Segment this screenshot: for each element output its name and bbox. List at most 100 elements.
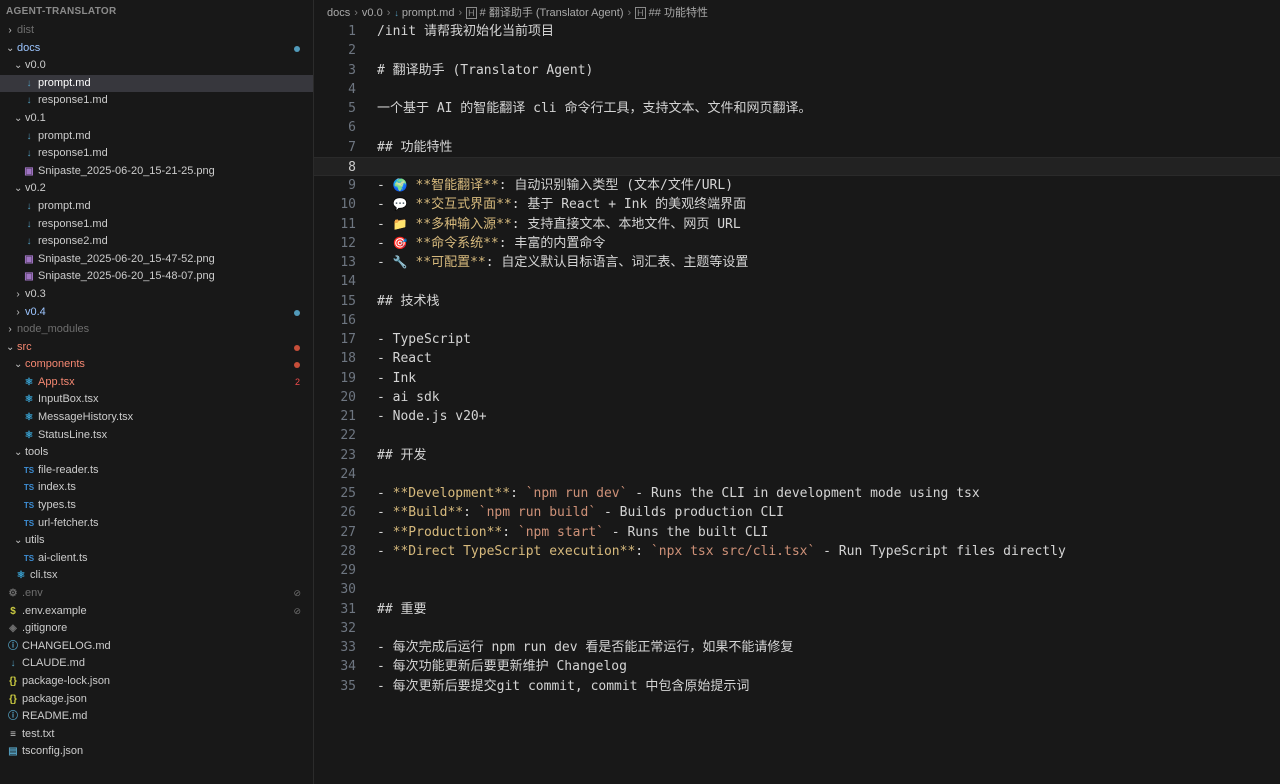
breadcrumb-item[interactable]: v0.0 bbox=[362, 7, 383, 19]
tree-file[interactable]: ↓ response1.md bbox=[0, 216, 313, 234]
tree-file[interactable]: ↓ prompt.md bbox=[0, 128, 313, 146]
code-line[interactable]: 14 bbox=[314, 272, 1280, 291]
code-text: - Run TypeScript files directly bbox=[815, 543, 1066, 559]
code-line[interactable]: 9 - 🌍 **智能翻译**: 自动识别输入类型 (文本/文件/URL) bbox=[314, 176, 1280, 195]
tree-folder[interactable]: ⌄ v0.2 bbox=[0, 180, 313, 198]
tree-file[interactable]: ▣ Snipaste_2025-06-20_15-47-52.png bbox=[0, 251, 313, 269]
code-line[interactable]: 15 ## 技术栈 bbox=[314, 292, 1280, 311]
tree-item-label: Snipaste_2025-06-20_15-47-52.png bbox=[38, 252, 215, 265]
code-line[interactable]: 10 - 💬 **交互式界面**: 基于 React + Ink 的美观终端界面 bbox=[314, 195, 1280, 214]
line-number: 19 bbox=[340, 370, 356, 386]
code-line[interactable]: 1/init 请帮我初始化当前项目 bbox=[314, 22, 1280, 41]
text-file-icon: ≡ bbox=[10, 728, 16, 740]
tree-file[interactable]: ⚛ InputBox.tsx bbox=[0, 391, 313, 409]
code-line[interactable]: 32 bbox=[314, 619, 1280, 638]
tree-file[interactable]: {} package-lock.json bbox=[0, 673, 313, 691]
tree-file[interactable]: ⓘ CHANGELOG.md bbox=[0, 638, 313, 656]
code-line[interactable]: 13 - 🔧 **可配置**: 自定义默认目标语言、词汇表、主题等设置 bbox=[314, 253, 1280, 272]
code-line[interactable]: 27 - **Production**: `npm start` - Runs t… bbox=[314, 523, 1280, 542]
tree-file[interactable]: ↓ response2.md bbox=[0, 233, 313, 251]
code-line[interactable]: 30 bbox=[314, 580, 1280, 599]
code-line[interactable]: 24 bbox=[314, 465, 1280, 484]
code-line[interactable]: 3 # 翻译助手 (Translator Agent) bbox=[314, 61, 1280, 80]
markdown-icon: ↓ bbox=[26, 236, 32, 248]
tree-file[interactable]: ⚛ StatusLine.tsx bbox=[0, 427, 313, 445]
code-line[interactable]: 18 - React bbox=[314, 349, 1280, 368]
tree-file[interactable]: ↓ response1.md bbox=[0, 92, 313, 110]
code-line[interactable]: 21 - Node.js v20+ bbox=[314, 407, 1280, 426]
tree-file[interactable]: TS url-fetcher.ts bbox=[0, 515, 313, 533]
tree-file[interactable]: ≡ test.txt bbox=[0, 726, 313, 744]
tree-folder[interactable]: ⌄ v0.1 bbox=[0, 110, 313, 128]
line-number: 7 bbox=[348, 139, 356, 155]
code-line[interactable]: 17 - TypeScript bbox=[314, 330, 1280, 349]
tree-file[interactable]: ↓ response1.md bbox=[0, 145, 313, 163]
code-line[interactable]: 29 bbox=[314, 561, 1280, 580]
code-line[interactable]: 25 - **Development**: `npm run dev` - Run… bbox=[314, 484, 1280, 503]
code-line[interactable]: 26 - **Build**: `npm run build` - Builds … bbox=[314, 503, 1280, 522]
breadcrumb-item[interactable]: ## 功能特性 bbox=[649, 7, 708, 19]
tree-file[interactable]: ◈ .gitignore bbox=[0, 620, 313, 638]
code-line[interactable]: 7 ## 功能特性 bbox=[314, 138, 1280, 157]
tree-file[interactable]: ↓ CLAUDE.md bbox=[0, 655, 313, 673]
breadcrumb-item[interactable]: prompt.md bbox=[402, 7, 455, 19]
code-line[interactable]: 5 一个基于 AI 的智能翻译 cli 命令行工具，支持文本、文件和网页翻译。 bbox=[314, 99, 1280, 118]
ignored-icon: ⊘ bbox=[293, 605, 301, 616]
tree-file[interactable]: TS index.ts bbox=[0, 479, 313, 497]
code-text: : bbox=[463, 505, 479, 521]
tree-file[interactable]: ⚛ MessageHistory.tsx bbox=[0, 409, 313, 427]
tree-folder[interactable]: › dist bbox=[0, 22, 313, 40]
code-line[interactable]: 23 ## 开发 bbox=[314, 446, 1280, 465]
tree-folder[interactable]: › v0.4 bbox=[0, 304, 313, 322]
code-line[interactable]: 2 bbox=[314, 41, 1280, 60]
code-line[interactable]: 28 - **Direct TypeScript execution**: `np… bbox=[314, 542, 1280, 561]
tree-folder[interactable]: › v0.3 bbox=[0, 286, 313, 304]
tree-file[interactable]: TS ai-client.ts bbox=[0, 550, 313, 568]
image-icon: ▣ bbox=[24, 253, 34, 265]
line-number: 5 bbox=[348, 101, 356, 116]
code-line[interactable]: 16 bbox=[314, 311, 1280, 330]
tree-item-label: utils bbox=[25, 534, 45, 547]
code-line[interactable]: 35 - 每次更新后要提交git commit, commit 中包含原始提示词 bbox=[314, 677, 1280, 696]
tree-folder[interactable]: ⌄ src bbox=[0, 339, 313, 357]
code-line[interactable]: 22 bbox=[314, 426, 1280, 445]
line-number: 1 bbox=[348, 24, 356, 39]
code-line[interactable]: 20 - ai sdk bbox=[314, 388, 1280, 407]
tree-file[interactable]: ↓ prompt.md bbox=[0, 198, 313, 216]
tree-file[interactable]: ▤ tsconfig.json bbox=[0, 743, 313, 761]
chevron-right-icon: › bbox=[16, 306, 20, 318]
code-editor[interactable]: 1/init 请帮我初始化当前项目 2 3 # 翻译助手 (Translator Ag… bbox=[314, 22, 1280, 784]
tree-file[interactable]: ⓘ README.md bbox=[0, 708, 313, 726]
tree-file[interactable]: $ .env.example ⊘ bbox=[0, 603, 313, 621]
tree-file[interactable]: {} package.json bbox=[0, 691, 313, 709]
tree-file[interactable]: ⚛ cli.tsx bbox=[0, 567, 313, 585]
tree-file[interactable]: TS types.ts bbox=[0, 497, 313, 515]
tree-folder[interactable]: › node_modules bbox=[0, 321, 313, 339]
tree-file[interactable]: ⚛ App.tsx 2 bbox=[0, 374, 313, 392]
markdown-icon: ↓ bbox=[26, 130, 32, 142]
code-line[interactable]: 33 - 每次完成后运行 npm run dev 看是否能正常运行，如果不能请修复 bbox=[314, 638, 1280, 657]
code-line[interactable]: 8 bbox=[314, 156, 1280, 176]
tree-folder[interactable]: ⌄ docs bbox=[0, 40, 313, 58]
code-line[interactable]: 6 bbox=[314, 118, 1280, 137]
tree-folder[interactable]: ⌄ components bbox=[0, 356, 313, 374]
line-number: 14 bbox=[340, 274, 356, 290]
tree-file[interactable]: ⚙ .env ⊘ bbox=[0, 585, 313, 603]
code-line[interactable]: 4 bbox=[314, 80, 1280, 99]
breadcrumb-item[interactable]: docs bbox=[327, 7, 350, 19]
code-line[interactable]: 12 - 🎯 **命令系统**: 丰富的内置命令 bbox=[314, 234, 1280, 253]
tree-folder[interactable]: ⌄ tools bbox=[0, 444, 313, 462]
tree-file[interactable]: ▣ Snipaste_2025-06-20_15-48-07.png bbox=[0, 268, 313, 286]
code-line[interactable]: 11 - 📁 **多种输入源**: 支持直接文本、本地文件、网页 URL bbox=[314, 215, 1280, 234]
breadcrumb-item[interactable]: # 翻译助手 (Translator Agent) bbox=[480, 7, 624, 19]
code-line[interactable]: 19 - Ink bbox=[314, 369, 1280, 388]
line-number: 13 bbox=[340, 255, 356, 270]
code-line[interactable]: 31 ## 重要 bbox=[314, 600, 1280, 619]
explorer-title: AGENT-TRANSLATOR bbox=[6, 6, 117, 17]
code-line[interactable]: 34 - 每次功能更新后要更新维护 Changelog bbox=[314, 657, 1280, 676]
tree-file[interactable]: ↓ prompt.md bbox=[0, 74, 313, 93]
tree-file[interactable]: ▣ Snipaste_2025-06-20_15-21-25.png bbox=[0, 163, 313, 181]
tree-file[interactable]: TS file-reader.ts bbox=[0, 462, 313, 480]
tree-folder[interactable]: ⌄ v0.0 bbox=[0, 57, 313, 75]
tree-folder[interactable]: ⌄ utils bbox=[0, 532, 313, 550]
